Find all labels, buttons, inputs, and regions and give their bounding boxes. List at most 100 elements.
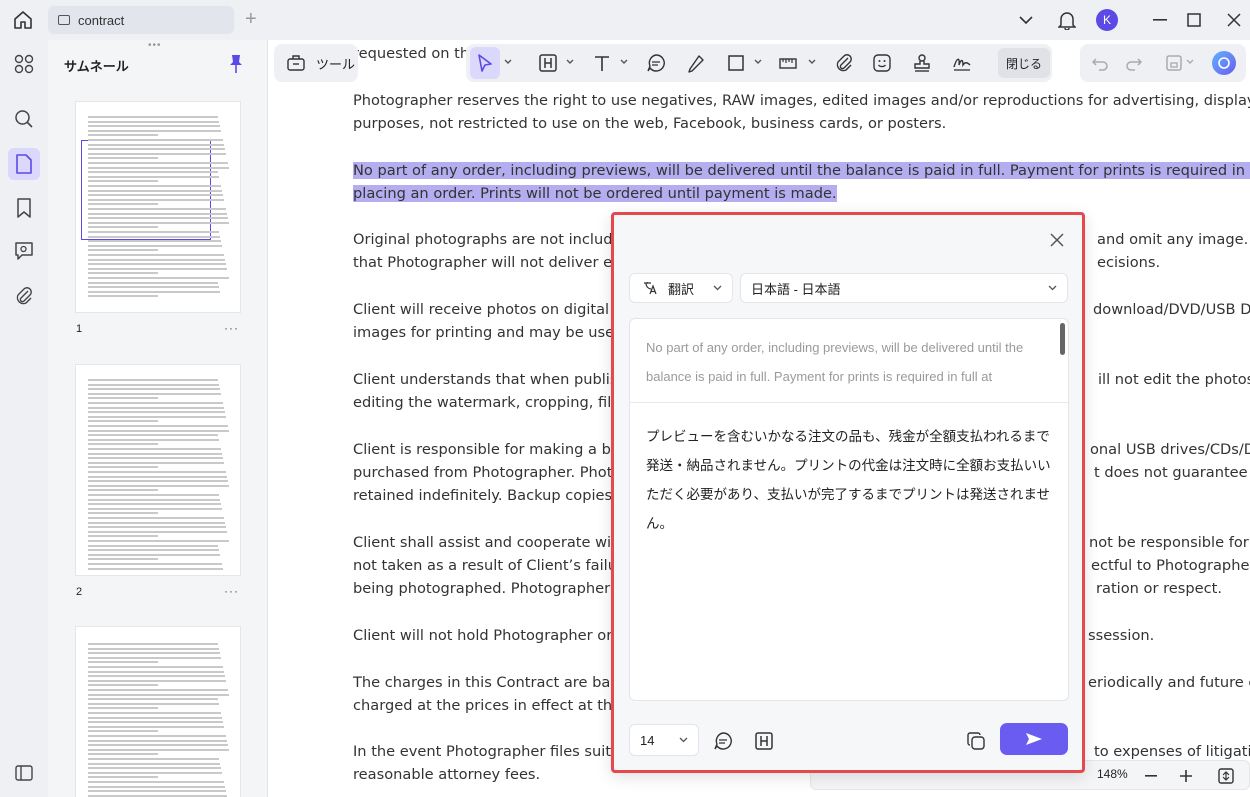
attachment-icon[interactable] — [12, 284, 36, 308]
chevron-down-icon[interactable] — [1186, 59, 1194, 65]
save-icon[interactable] — [1164, 53, 1184, 73]
send-button[interactable] — [1000, 723, 1068, 755]
thumbnail-text-line — [88, 567, 223, 570]
panel-resize-handle[interactable]: ••• — [148, 40, 162, 51]
zoom-in-icon[interactable] — [1179, 769, 1193, 783]
thumbnail-text-line — [88, 466, 158, 469]
source-scrollbar[interactable] — [1060, 323, 1065, 355]
close-toolbar-button[interactable]: 閉じる — [998, 48, 1050, 78]
copy-icon[interactable] — [966, 731, 986, 751]
search-icon[interactable] — [12, 107, 36, 131]
thumbnail-text-line — [88, 443, 158, 446]
maximize-icon[interactable] — [1182, 7, 1206, 33]
redo-icon[interactable] — [1124, 53, 1144, 73]
zoom-level[interactable]: 148% — [1097, 767, 1128, 781]
page-thumbnail[interactable] — [76, 627, 240, 797]
doc-line: and omit any image. It is — [1097, 231, 1250, 248]
thumbnail-text-line — [88, 185, 221, 187]
thumbnail-text-line — [88, 484, 229, 487]
close-icon[interactable] — [1048, 231, 1066, 249]
measure-tool-icon[interactable] — [778, 53, 798, 73]
selected-text[interactable]: placing an order. Prints will not be ord… — [353, 185, 837, 202]
undo-icon[interactable] — [1090, 53, 1110, 73]
minimize-icon[interactable] — [1148, 7, 1172, 33]
shape-tool-icon[interactable] — [726, 53, 746, 73]
apps-grid-icon[interactable] — [12, 52, 36, 76]
ai-assistant-icon[interactable] — [1212, 51, 1236, 75]
thumbnail-text-line — [88, 512, 158, 515]
pin-icon[interactable] — [228, 54, 244, 74]
thumbnail-text-line — [88, 244, 222, 247]
thumbnail-text-line — [88, 290, 220, 293]
chevron-down-icon[interactable] — [754, 59, 762, 65]
signature-icon[interactable] — [952, 53, 972, 73]
zoom-out-icon[interactable] — [1145, 775, 1157, 777]
doc-line: Client will not hold Photographer or th — [353, 627, 632, 644]
doc-line: download/DVD/USB D — [1093, 301, 1250, 318]
bookmark-icon[interactable] — [12, 196, 36, 220]
add-comment-icon[interactable] — [713, 731, 733, 751]
translation-text-area[interactable]: No part of any order, including previews… — [629, 318, 1069, 701]
thumbnail-text-line — [88, 526, 226, 529]
language-dropdown[interactable]: 日本語 - 日本語 — [740, 273, 1068, 303]
doc-line: In the event Photographer files suit — [353, 743, 612, 760]
fit-page-icon[interactable] — [1217, 767, 1235, 785]
page-thumbnail[interactable] — [76, 365, 240, 575]
thumbnail-text-line — [88, 767, 221, 770]
thumbnail-text-line — [88, 670, 224, 673]
new-tab-button[interactable]: + — [245, 8, 257, 31]
highlight-tool-icon[interactable] — [538, 53, 558, 73]
page-more-icon[interactable]: ··· — [224, 584, 239, 598]
doc-line: charged at the prices in effect at the t… — [353, 697, 642, 714]
paperclip-icon[interactable] — [834, 53, 854, 73]
thumbnail-text-line — [88, 425, 228, 427]
doc-line: requested on thi — [353, 45, 474, 62]
document-tab[interactable]: contract — [48, 6, 234, 34]
doc-line: images for printing and may be used c — [353, 324, 637, 341]
thumbnail-text-line — [88, 739, 227, 742]
thumbnail-text-line — [88, 235, 220, 238]
chevron-down-icon[interactable] — [808, 59, 816, 65]
chevron-down-icon[interactable] — [504, 59, 512, 65]
source-text: No part of any order, including previews… — [646, 340, 1024, 384]
translated-text: プレビューを含むいかなる注文の品も、残金が全額支払われるまで発送・納品されません… — [646, 429, 1051, 531]
thumbnail-text-line — [88, 507, 222, 510]
sidebar-toggle-icon[interactable] — [12, 761, 36, 785]
doc-line: eriodically and future ord — [1088, 674, 1250, 691]
thumbnail-text-line — [88, 231, 219, 233]
window-close-icon[interactable] — [1222, 7, 1246, 33]
comment-search-icon[interactable] — [12, 239, 36, 263]
doc-line: Client shall assist and cooperate with — [353, 534, 627, 551]
thumbnail-panel-icon[interactable] — [8, 148, 40, 180]
chevron-down-icon[interactable] — [566, 59, 574, 65]
doc-line: onal USB drives/CDs/D — [1090, 441, 1250, 458]
doc-line: Photographer reserves the right to use n… — [353, 92, 1250, 109]
page-more-icon[interactable]: ··· — [224, 321, 239, 335]
page-thumbnail[interactable] — [76, 102, 240, 312]
tab-document-icon — [58, 15, 70, 25]
sticker-icon[interactable] — [872, 53, 892, 73]
thumbnail-text-line — [88, 258, 225, 261]
chevron-down-icon[interactable] — [1015, 7, 1037, 33]
pen-icon[interactable] — [686, 53, 706, 73]
cursor-icon — [478, 54, 492, 72]
comment-icon[interactable] — [646, 53, 666, 73]
selected-text[interactable]: No part of any order, including previews… — [353, 162, 1250, 179]
home-icon[interactable] — [12, 9, 34, 31]
chevron-down-icon[interactable] — [620, 59, 628, 65]
stamp-icon[interactable] — [912, 53, 932, 73]
font-size-dropdown[interactable]: 14 — [629, 724, 699, 756]
insert-text-box-icon[interactable] — [754, 731, 774, 751]
thumbnail-text-line — [88, 208, 226, 210]
text-tool-icon[interactable] — [592, 53, 612, 73]
user-avatar[interactable]: K — [1094, 7, 1120, 33]
thumbnail-text-line — [88, 189, 222, 192]
mode-dropdown[interactable]: 翻訳 — [629, 273, 733, 303]
title-bar: contract + K — [0, 0, 1250, 40]
bell-icon[interactable] — [1056, 7, 1078, 33]
select-tool-button[interactable] — [470, 47, 500, 79]
chevron-down-icon — [713, 285, 722, 291]
doc-line: purposes, not restricted to use on the w… — [353, 115, 947, 132]
tools-button[interactable]: ツール — [274, 44, 358, 82]
translate-icon — [644, 282, 657, 295]
